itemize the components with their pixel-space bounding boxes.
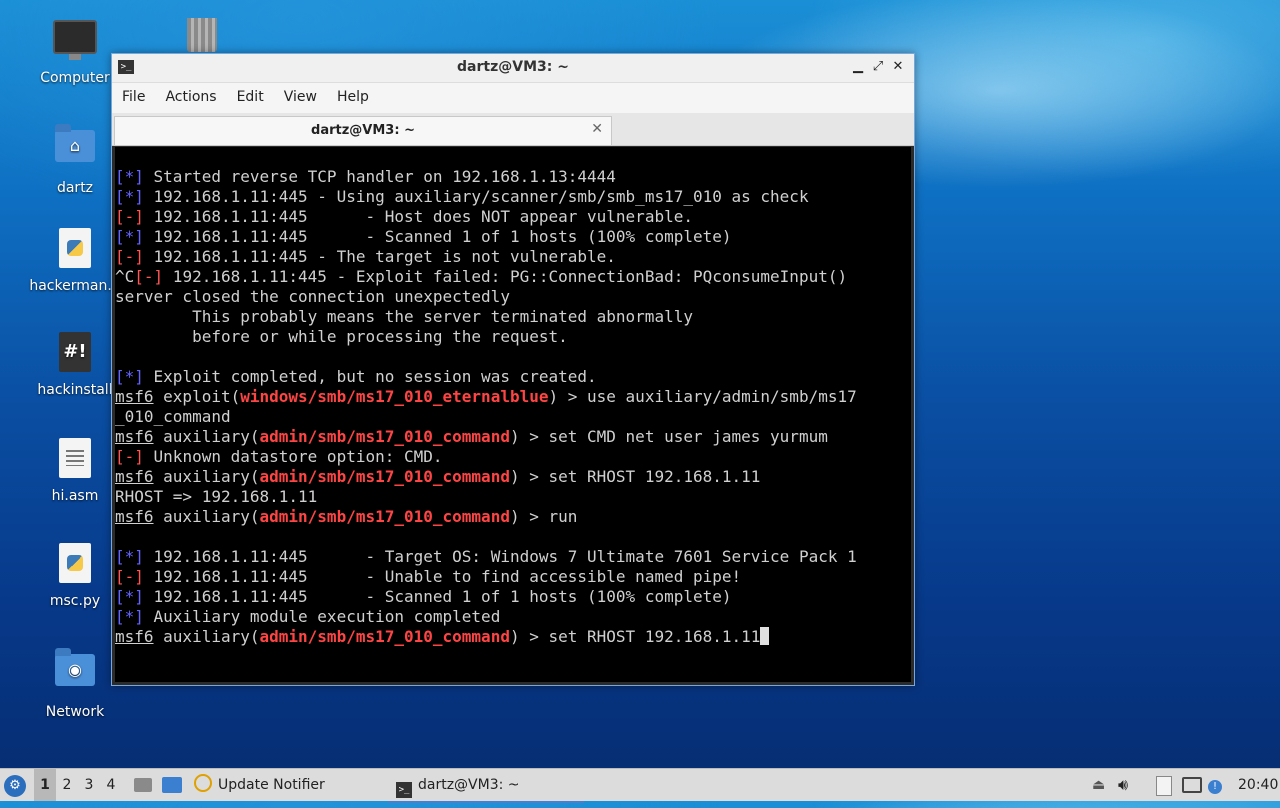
- task-update-notifier[interactable]: Update Notifier: [194, 769, 325, 801]
- clipboard-icon: [1156, 776, 1172, 796]
- terminal-line: server closed the connection unexpectedl…: [115, 287, 510, 306]
- script-file-icon: #!: [53, 332, 97, 376]
- terminal-line: This probably means the server terminate…: [115, 307, 693, 326]
- taskbar: ⚙ 1234 Update Notifier >_ dartz@VM3: ~ ⏏ …: [0, 768, 1280, 803]
- desktop-icon-label: msc.py: [49, 593, 101, 609]
- update-icon: [194, 774, 212, 792]
- terminal-output[interactable]: [*] Started reverse TCP handler on 192.1…: [115, 147, 911, 682]
- desktop-icon-dartz[interactable]: ⌂ dartz: [27, 122, 123, 196]
- desktop-icon-hackerman[interactable]: hackerman.p: [27, 226, 123, 294]
- terminal-line: [*] 192.168.1.11:445 - Scanned 1 of 1 ho…: [115, 227, 732, 246]
- tray-network[interactable]: [1182, 769, 1202, 801]
- terminal-line: [*] 192.168.1.11:445 - Scanned 1 of 1 ho…: [115, 587, 732, 606]
- workspace-1[interactable]: 1: [34, 769, 56, 801]
- terminal-line: [*] Auxiliary module execution completed: [115, 607, 501, 626]
- network-folder-icon: ◉: [53, 648, 97, 698]
- desktop-icon-msc-py[interactable]: msc.py: [27, 541, 123, 609]
- python-file-icon: [53, 543, 97, 587]
- desktop-icon-label: Computer: [40, 70, 110, 86]
- terminal-line: [-] 192.168.1.11:445 - Unable to find ac…: [115, 567, 742, 586]
- terminal-line: [*] 192.168.1.11:445 - Target OS: Window…: [115, 547, 857, 566]
- tray-notification[interactable]: !: [1208, 769, 1222, 801]
- menu-file[interactable]: File: [112, 83, 155, 105]
- window-titlebar[interactable]: >_ dartz@VM3: ~ ▁ ⤢ ✕: [112, 54, 914, 83]
- workspace-2[interactable]: 2: [56, 769, 78, 801]
- menu-bar: File Actions Edit View Help: [112, 83, 914, 113]
- desktop-icon-label: hackinstall: [37, 382, 113, 398]
- terminal-line: msf6 auxiliary(admin/smb/ms17_010_comman…: [115, 467, 761, 486]
- tray-clipboard[interactable]: [1156, 769, 1172, 801]
- terminal-line: [*] Exploit completed, but no session wa…: [115, 367, 597, 386]
- tab-bar: dartz@VM3: ~ ✕: [112, 113, 914, 146]
- terminal-prompt-line[interactable]: msf6 auxiliary(admin/smb/ms17_010_comman…: [115, 627, 911, 647]
- window-title: dartz@VM3: ~: [457, 59, 569, 75]
- terminal-line: before or while processing the request.: [115, 327, 568, 346]
- desktop-icon-label: dartz: [56, 180, 94, 196]
- terminal-line: [*] Started reverse TCP handler on 192.1…: [115, 167, 616, 186]
- task-label: Update Notifier: [218, 777, 325, 793]
- terminal-line: RHOST => 192.168.1.11: [115, 487, 318, 506]
- workspace-switcher: 1234: [34, 769, 122, 801]
- desktop-icon-hackinstall[interactable]: #! hackinstall: [27, 330, 123, 398]
- desktop-icon-label: hi.asm: [51, 488, 99, 504]
- python-file-icon: [53, 228, 97, 272]
- browser-launcher[interactable]: [162, 769, 182, 801]
- desktop-icon-label: Network: [45, 704, 105, 720]
- task-label: dartz@VM3: ~: [418, 777, 520, 793]
- network-icon: [1182, 777, 1202, 793]
- show-desktop-button[interactable]: [134, 769, 152, 801]
- notification-icon: !: [1208, 780, 1222, 794]
- file-manager-icon: [134, 778, 152, 792]
- window-icon: [162, 777, 182, 793]
- terminal-window: >_ dartz@VM3: ~ ▁ ⤢ ✕ File Actions Edit View H…: [111, 53, 915, 686]
- eject-icon: ⏏: [1092, 777, 1106, 793]
- text-file-icon: [53, 438, 97, 482]
- menu-help[interactable]: Help: [327, 83, 379, 105]
- tab-close-icon[interactable]: ✕: [591, 121, 603, 137]
- workspace-4[interactable]: 4: [100, 769, 122, 801]
- desktop-icon-computer[interactable]: Computer: [27, 16, 123, 86]
- desktop-icon-network[interactable]: ◉ Network: [27, 646, 123, 720]
- terminal-icon: >_: [396, 782, 412, 798]
- task-terminal[interactable]: >_ dartz@VM3: ~: [388, 769, 584, 803]
- terminal-line: msf6 exploit(windows/smb/ms17_010_eterna…: [115, 387, 857, 406]
- terminal-line: [*] 192.168.1.11:445 - Using auxiliary/s…: [115, 187, 809, 206]
- menu-edit[interactable]: Edit: [227, 83, 274, 105]
- terminal-line: [-] 192.168.1.11:445 - The target is not…: [115, 247, 616, 266]
- close-icon[interactable]: ✕: [888, 59, 908, 74]
- terminal-line: ^C[-] 192.168.1.11:445 - Exploit failed:…: [115, 267, 848, 286]
- terminal-tab[interactable]: dartz@VM3: ~ ✕: [114, 116, 612, 145]
- desktop-icon-hi-asm[interactable]: hi.asm: [27, 436, 123, 504]
- tray-volume[interactable]: 🔊︎: [1118, 769, 1128, 801]
- terminal-line: _010_command: [115, 407, 231, 426]
- tray-eject[interactable]: ⏏: [1092, 769, 1105, 801]
- terminal-line: [-] 192.168.1.11:445 - Host does NOT app…: [115, 207, 693, 226]
- start-menu-button[interactable]: ⚙: [4, 769, 26, 801]
- home-folder-icon: ⌂: [53, 124, 97, 174]
- menu-view[interactable]: View: [274, 83, 327, 105]
- maximize-icon[interactable]: ⤢: [868, 59, 888, 74]
- minimize-icon[interactable]: ▁: [848, 59, 868, 74]
- desktop-icon-label: hackerman.p: [29, 278, 121, 294]
- computer-icon: [53, 20, 97, 64]
- terminal-line: [-] Unknown datastore option: CMD.: [115, 447, 443, 466]
- clock[interactable]: 20:40: [1238, 769, 1278, 801]
- terminal-line: msf6 auxiliary(admin/smb/ms17_010_comman…: [115, 507, 578, 526]
- volume-icon: 🔊︎: [1118, 775, 1129, 794]
- terminal-line: msf6 auxiliary(admin/smb/ms17_010_comman…: [115, 427, 828, 446]
- app-menu-icon: ⚙: [4, 775, 26, 797]
- text-cursor: [760, 627, 770, 645]
- workspace-3[interactable]: 3: [78, 769, 100, 801]
- tab-label: dartz@VM3: ~: [311, 123, 415, 138]
- menu-actions[interactable]: Actions: [155, 83, 226, 105]
